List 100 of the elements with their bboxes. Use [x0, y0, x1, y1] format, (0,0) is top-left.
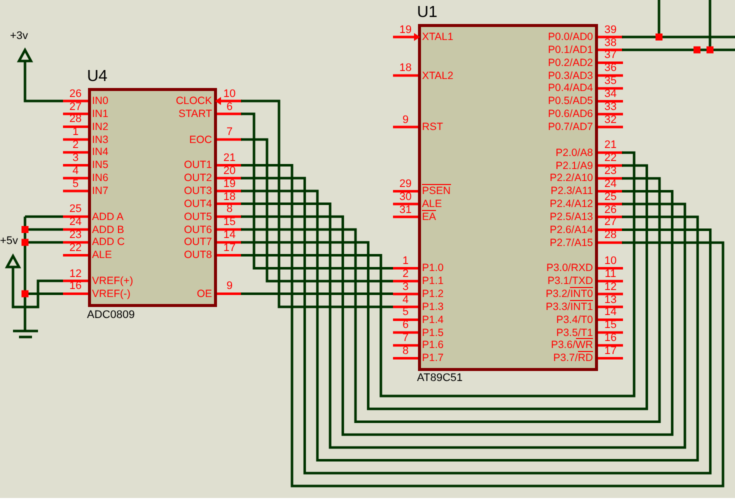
- pin-label: OUT6: [184, 222, 212, 236]
- part-name: AT89C51: [417, 372, 463, 385]
- pin-number: 38: [604, 38, 617, 48]
- pin-number: 10: [223, 90, 236, 100]
- pin-number: 15: [223, 218, 236, 228]
- pin-line: [598, 280, 623, 282]
- pin-label: P1.6: [422, 338, 444, 352]
- pin-label: VREF(+): [92, 274, 134, 288]
- pin-line: [598, 241, 623, 244]
- pin-line: [393, 74, 418, 77]
- pin-label: IN4: [92, 145, 108, 160]
- pin-label: P1.4: [422, 312, 444, 327]
- pin-label: P0.7/AD7: [548, 120, 593, 134]
- part-name: ADC0809: [87, 309, 135, 322]
- pin-label: IN7: [92, 184, 108, 198]
- pin-line: [598, 177, 623, 180]
- pin-line: [393, 202, 418, 206]
- pin-label: P1.3: [422, 300, 444, 314]
- pin-label: P2.0/A8: [556, 146, 593, 160]
- pin-number: 10: [604, 257, 617, 266]
- pin-label: P0.4/AD4: [548, 81, 593, 96]
- pin-number: 23: [69, 231, 82, 241]
- pin-line: [598, 357, 623, 360]
- pin-line: [393, 267, 418, 270]
- pin-label: OUT5: [184, 210, 212, 224]
- pin-number: 31: [399, 206, 412, 216]
- pin-line: [393, 216, 418, 218]
- pin-label: P2.7/A15: [550, 236, 593, 250]
- pin-label: P3.6/WR: [550, 338, 593, 352]
- pin-number: 14: [223, 231, 236, 241]
- pin-number: 7: [402, 334, 409, 344]
- pin-label: P2.4/A12: [550, 197, 593, 212]
- pin-line: [63, 215, 88, 218]
- pin-line: [598, 202, 623, 206]
- ground-icon: [12, 330, 40, 338]
- pin-number: 26: [69, 90, 82, 100]
- pin-number: 18: [223, 192, 236, 202]
- pin-label: OUT2: [184, 171, 212, 186]
- pin-number: 39: [604, 26, 617, 36]
- pin-label: IN3: [92, 132, 108, 147]
- pin-label: XTAL2: [422, 68, 454, 83]
- power-label: +5v: [0, 235, 18, 248]
- pin-number: 1: [402, 257, 409, 266]
- pin-number: 27: [69, 102, 82, 112]
- pin-label: OUT1: [184, 158, 212, 172]
- pin-line: [393, 126, 418, 128]
- pin-number: 3: [72, 154, 79, 164]
- pin-label: PSEN: [422, 184, 451, 198]
- pin-number: 24: [69, 218, 82, 228]
- pin-number: 25: [69, 205, 82, 215]
- pin-label: P3.3/INT1: [546, 300, 593, 314]
- pin-line: [598, 344, 623, 347]
- pin-line: [598, 112, 623, 116]
- pin-line: [598, 267, 623, 270]
- pin-label: P2.3/A11: [550, 184, 593, 198]
- pin-number: 12: [69, 270, 82, 280]
- pin-label: EOC: [189, 132, 212, 147]
- pin-label: P2.6/A14: [550, 222, 593, 237]
- pin-line: [63, 228, 88, 231]
- pin-line: [598, 318, 623, 321]
- pin-line: [598, 126, 623, 128]
- pin-line: [598, 74, 623, 77]
- pin-line: [393, 344, 418, 347]
- pin-line: [63, 292, 88, 295]
- pin-number: 19: [399, 26, 412, 36]
- pin-line: [598, 61, 623, 64]
- pin-line: [598, 48, 623, 52]
- pin-number: 2: [72, 141, 79, 151]
- pin-label: XTAL1: [422, 30, 454, 44]
- pin-line: [217, 138, 242, 141]
- pin-number: 4: [402, 296, 409, 306]
- pin-line: [598, 292, 623, 296]
- pin-line: [217, 241, 242, 244]
- pin-label: RST: [422, 120, 443, 134]
- pin-line: [393, 357, 418, 360]
- pin-label: IN2: [92, 120, 108, 134]
- pin-label: P0.5/AD5: [548, 94, 593, 108]
- pin-label: ADD B: [92, 222, 124, 236]
- pin-line: [63, 176, 88, 180]
- pin-label: IN0: [92, 94, 108, 108]
- pin-label: P3.1/TXD: [547, 274, 593, 288]
- pin-number: 25: [604, 192, 617, 202]
- pin-line: [598, 228, 623, 231]
- pin-number: 12: [604, 282, 617, 292]
- pin-number: 13: [604, 296, 617, 306]
- pin-number: 24: [604, 180, 617, 190]
- pin-label: P1.0: [422, 261, 444, 276]
- pin-line: [63, 241, 88, 244]
- pin-line: [217, 112, 242, 116]
- pin-line: [393, 190, 418, 192]
- pin-label: P3.4/T0: [556, 312, 593, 327]
- pin-line: [217, 176, 242, 180]
- pin-number: 16: [604, 334, 617, 344]
- pin-label: OUT4: [184, 196, 212, 211]
- pin-label: P3.0/RXD: [546, 261, 593, 276]
- pin-label: P0.6/AD6: [548, 107, 593, 122]
- pin-number: 8: [402, 346, 409, 356]
- pin-line: [598, 151, 623, 154]
- pin-number: 4: [72, 166, 79, 176]
- pin-number: 2: [402, 270, 409, 280]
